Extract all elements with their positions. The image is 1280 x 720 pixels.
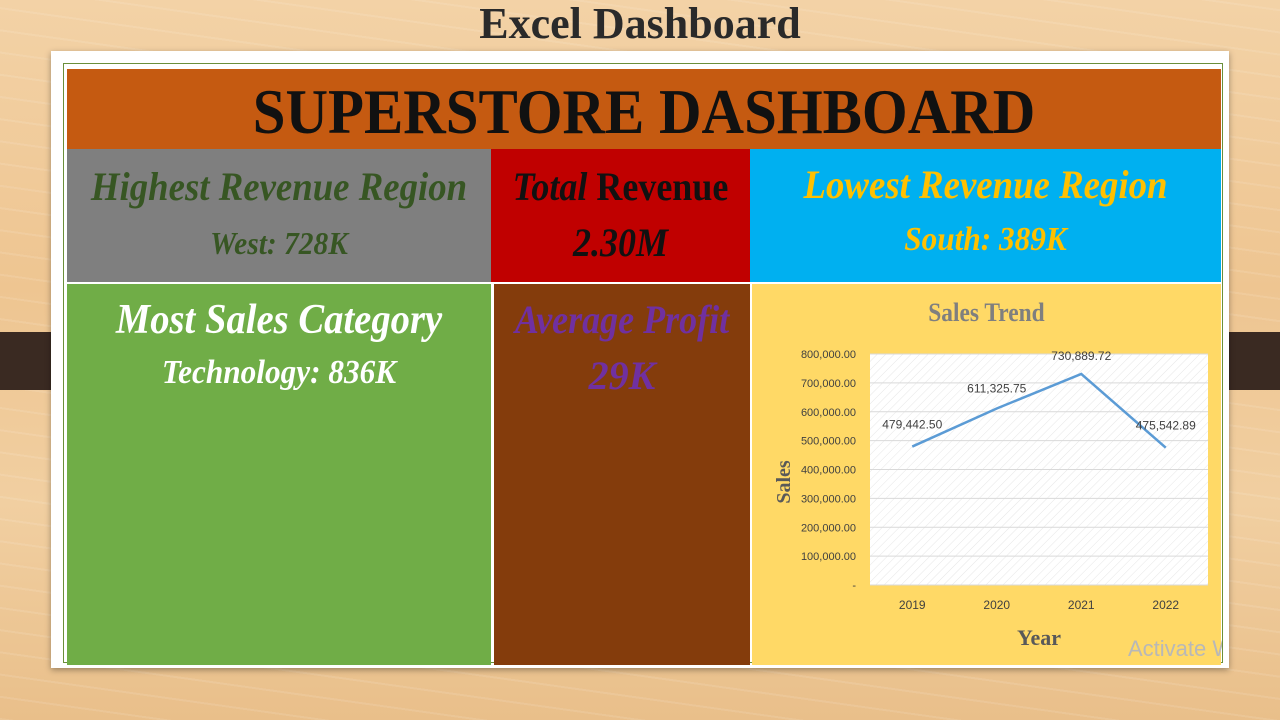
total-revenue-heading-italic: Total	[512, 164, 588, 209]
data-label: 730,889.72	[1051, 349, 1111, 363]
y-tick-label: 400,000.00	[801, 465, 856, 477]
y-tick-label: 800,000.00	[801, 349, 856, 361]
x-tick-label: 2019	[899, 598, 926, 612]
y-tick-label: -	[852, 580, 856, 592]
average-profit-heading: Average Profit	[514, 297, 730, 342]
lowest-revenue-heading: Lowest Revenue Region	[803, 162, 1168, 207]
highest-revenue-value: West: 728K	[210, 225, 348, 261]
y-tick-label: 600,000.00	[801, 407, 856, 419]
total-revenue-card: Total Revenue 2.30M	[491, 149, 750, 282]
activate-windows-watermark: Activate W	[1128, 636, 1222, 661]
average-profit-value: 29K	[588, 353, 656, 398]
data-label: 475,542.89	[1136, 419, 1196, 433]
average-profit-card: Average Profit 29K	[494, 284, 750, 665]
most-sales-card: Most Sales Category Technology: 836K	[67, 284, 491, 665]
most-sales-heading: Most Sales Category	[115, 297, 443, 343]
dashboard-title: SUPERSTORE DASHBOARD	[252, 76, 1036, 147]
lowest-revenue-card: Lowest Revenue Region South: 389K	[750, 149, 1221, 282]
sales-trend-card: Sales Trend -100,000.00 200,000.00 300,000…	[752, 284, 1221, 665]
data-label: 611,325.75	[967, 381, 1026, 395]
highest-revenue-heading: Highest Revenue Region	[90, 164, 468, 209]
sales-trend-chart: - 100,000.00 200,000.00 300,000.00 400,000.0…	[773, 349, 1208, 650]
total-revenue-heading: Total Revenue	[504, 163, 737, 210]
y-tick-label: 200,000.00	[801, 522, 856, 534]
total-revenue-heading-rest: Revenue	[587, 164, 729, 209]
most-sales-value: Technology: 836K	[161, 354, 397, 391]
slide-title: Excel Dashboard	[479, 0, 801, 48]
left-dark-band	[0, 332, 52, 390]
x-tick-label: 2022	[1152, 598, 1179, 612]
data-label: 479,442.50	[882, 418, 942, 432]
dashboard-banner: SUPERSTORE DASHBOARD	[67, 69, 1221, 149]
x-tick-label: 2020	[983, 598, 1010, 612]
y-tick-label: 500,000.00	[801, 436, 856, 448]
y-tick-label: 700,000.00	[801, 378, 856, 390]
right-dark-band	[1222, 332, 1280, 390]
lowest-revenue-value: South: 389K	[904, 221, 1067, 258]
highest-revenue-card: Highest Revenue Region West: 728K	[67, 149, 491, 282]
y-tick-label: 300,000.00	[801, 493, 856, 505]
y-axis-label: Sales	[773, 460, 795, 504]
total-revenue-value: 2.30M	[572, 220, 669, 265]
x-tick-label: 2021	[1068, 598, 1095, 612]
x-axis-label: Year	[1017, 625, 1061, 650]
y-tick-label: 100,000.00	[801, 551, 856, 563]
